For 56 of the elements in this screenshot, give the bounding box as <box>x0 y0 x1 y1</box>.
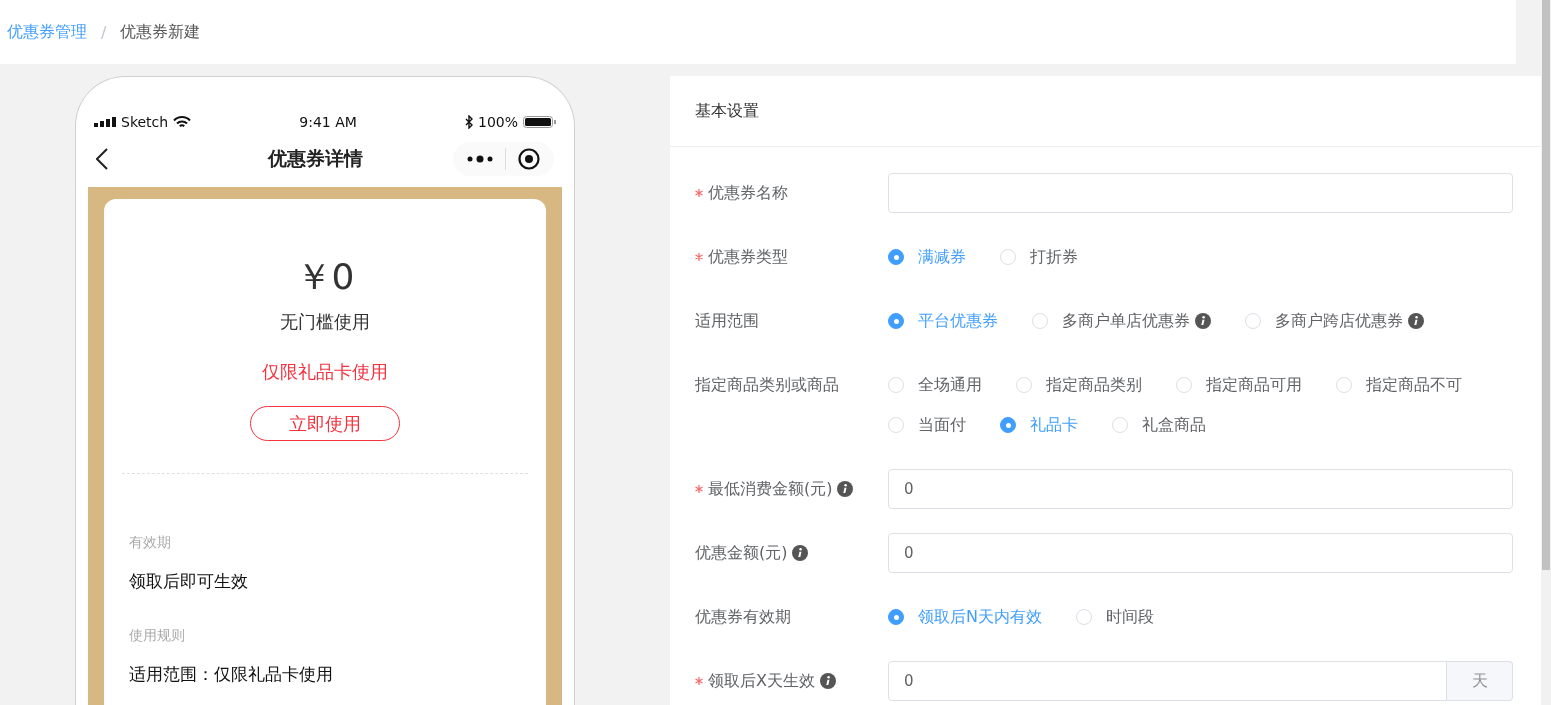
radio-option[interactable]: 当面付 <box>888 405 966 445</box>
radio-option[interactable]: 打折券 <box>1000 237 1078 277</box>
radio-option[interactable]: 全场通用 <box>888 365 982 405</box>
radio-option[interactable]: 指定商品可用 <box>1176 365 1302 405</box>
coupon-threshold: 无门槛使用 <box>280 310 370 334</box>
bluetooth-icon <box>464 115 473 129</box>
more-icon[interactable] <box>467 155 493 163</box>
input-field[interactable] <box>888 173 1513 213</box>
field-label: 适用范围 <box>695 310 759 332</box>
use-now-button[interactable]: 立即使用 <box>250 406 400 441</box>
info-icon <box>792 545 809 561</box>
field-label: 优惠券有效期 <box>695 606 791 628</box>
breadcrumb-current: 优惠券新建 <box>120 21 201 43</box>
input-field[interactable]: 0 <box>888 661 1447 701</box>
battery-percent: 100% <box>477 114 518 130</box>
scrollbar-thumb[interactable] <box>1542 0 1550 570</box>
required-mark-icon <box>695 189 703 197</box>
radio-option[interactable]: 指定商品不可 <box>1336 365 1462 405</box>
breadcrumb-separator: / <box>101 22 107 42</box>
target-icon[interactable] <box>518 148 540 170</box>
wifi-icon <box>173 115 192 129</box>
panel-title: 基本设置 <box>695 100 759 122</box>
radio-option[interactable]: 时间段 <box>1075 597 1154 637</box>
status-time: 9:41 AM <box>299 114 357 130</box>
radio-option[interactable]: 指定商品类别 <box>1016 365 1142 405</box>
back-icon[interactable] <box>96 148 108 170</box>
section-text: 领取后即可生效 <box>129 570 249 593</box>
page-title: 优惠券详情 <box>268 146 363 171</box>
required-mark-icon <box>695 253 703 261</box>
field-label: 优惠券名称 <box>708 182 788 204</box>
coupon-amount: ￥0 <box>295 255 355 299</box>
info-icon <box>819 673 836 689</box>
battery-icon <box>523 116 556 128</box>
signal-icon <box>94 117 116 127</box>
carrier-text: Sketch <box>121 114 169 130</box>
section-heading: 有效期 <box>129 534 172 552</box>
coupon-restriction: 仅限礼品卡使用 <box>262 360 388 384</box>
field-label: 领取后X天生效 <box>708 670 815 692</box>
input-suffix: 天 <box>1447 661 1513 701</box>
info-icon <box>837 481 854 497</box>
required-mark-icon <box>695 677 703 685</box>
info-icon <box>1408 313 1424 329</box>
required-mark-icon <box>695 485 703 493</box>
capsule-menu[interactable] <box>453 142 554 176</box>
info-icon <box>1195 313 1211 329</box>
field-label: 优惠券类型 <box>708 246 788 268</box>
radio-option[interactable]: 礼盒商品 <box>1112 405 1206 445</box>
radio-option[interactable]: 多商户单店优惠券 <box>1032 301 1211 341</box>
input-field[interactable]: 0 <box>888 533 1513 573</box>
section-text: 适用范围：仅限礼品卡使用 <box>129 663 334 686</box>
radio-option[interactable]: 多商户跨店优惠券 <box>1245 301 1424 341</box>
field-label: 最低消费金额(元) <box>708 478 833 500</box>
field-label: 优惠金额(元) <box>695 542 788 564</box>
section-heading: 使用规则 <box>129 627 186 645</box>
input-field[interactable]: 0 <box>888 469 1513 509</box>
field-label: 指定商品类别或商品 <box>695 374 839 396</box>
